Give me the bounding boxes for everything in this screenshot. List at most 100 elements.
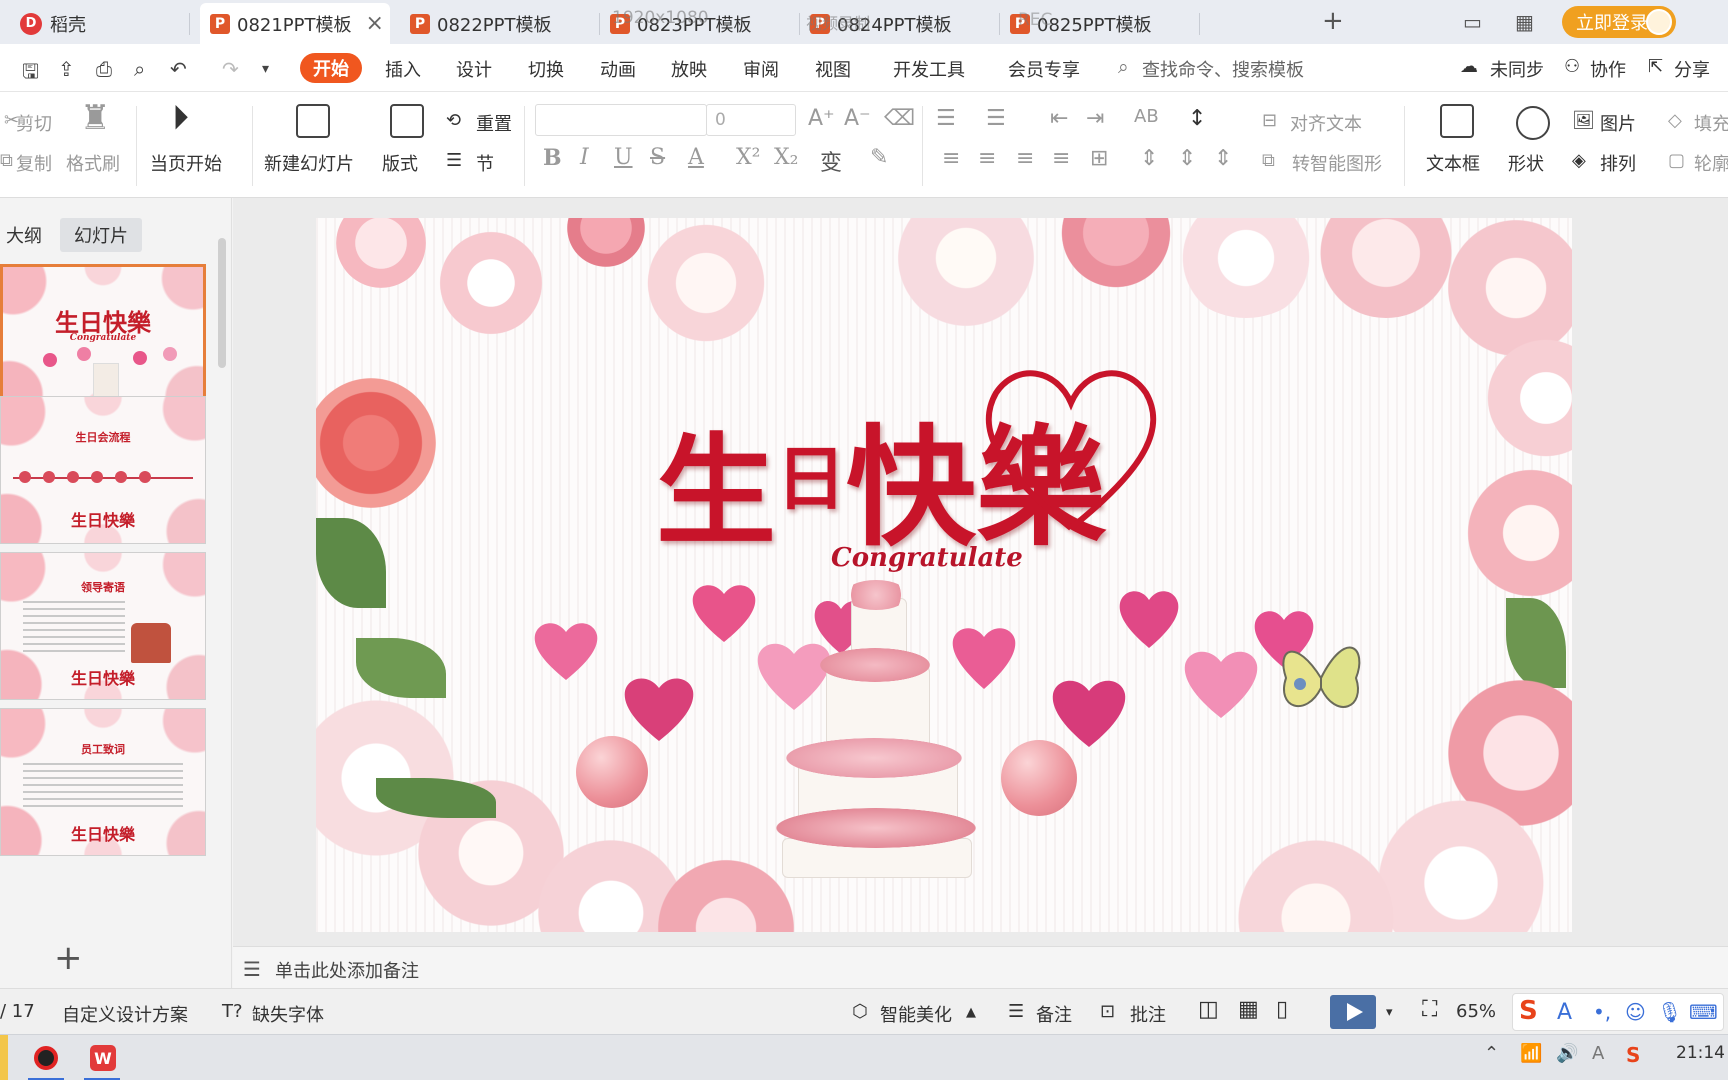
tab-0822[interactable]: P 0822PPT模板 — [400, 3, 600, 44]
print-icon[interactable]: ⎙ — [96, 57, 112, 81]
menu-member[interactable]: 会员专享 — [1008, 56, 1080, 82]
sync-status[interactable]: 未同步 — [1490, 56, 1544, 82]
print-preview-icon[interactable]: ⌕ — [134, 57, 145, 81]
notes-placeholder[interactable]: 单击此处添加备注 — [275, 957, 419, 983]
normal-view-icon[interactable]: ◫ — [1198, 997, 1219, 1022]
tab-outline[interactable]: 大纲 — [0, 218, 56, 252]
ime-tray-icon[interactable]: A — [1592, 1043, 1604, 1064]
decrease-font-icon[interactable]: A⁻ — [844, 106, 871, 131]
underline-icon[interactable]: U — [614, 145, 633, 170]
save-icon[interactable]: 🖫 — [22, 57, 39, 91]
collab-icon[interactable]: ⚇ — [1564, 56, 1580, 77]
menu-design[interactable]: 设计 — [456, 56, 492, 82]
add-slide-button[interactable]: + — [54, 938, 83, 978]
reading-view-icon[interactable]: ▯ — [1276, 997, 1288, 1022]
menu-developer[interactable]: 开发工具 — [893, 56, 965, 82]
login-button[interactable]: 立即登录 — [1562, 6, 1676, 38]
slideshow-play-button[interactable] — [1330, 995, 1376, 1029]
quick-access-dropdown-icon[interactable]: ▾ — [262, 61, 269, 77]
clock-time[interactable]: 21:14 — [1676, 1043, 1725, 1063]
ime-punct-icon[interactable]: •, — [1593, 1000, 1611, 1024]
align-text-button[interactable]: 对齐文本 — [1290, 110, 1362, 136]
chevron-up-icon[interactable]: ▲ — [966, 1005, 976, 1020]
ime-emoji-icon[interactable]: ☺ — [1625, 1000, 1646, 1024]
page-indicator[interactable]: / 17 — [0, 1001, 35, 1022]
window-layout-icon[interactable]: ▭ — [1463, 10, 1482, 34]
smart-beautify-button[interactable]: 智能美化 — [880, 1001, 952, 1027]
new-slide-button[interactable]: 新建幻灯片 — [264, 150, 354, 176]
slide-thumbnail-1[interactable]: 生日快樂 Congratulate — [0, 264, 206, 412]
tray-chevron-icon[interactable]: ⌃ — [1484, 1043, 1499, 1064]
distribute-icon[interactable]: ⊞ — [1090, 146, 1108, 171]
menu-review[interactable]: 审阅 — [743, 56, 779, 82]
font-size-combo[interactable]: 0 — [706, 104, 796, 136]
ime-english-icon[interactable]: A — [1557, 1000, 1572, 1025]
cut-button[interactable]: 剪切 — [16, 110, 52, 136]
grid-view-icon[interactable]: ▦ — [1515, 10, 1534, 34]
convert-smartart-button[interactable]: 转智能图形 — [1292, 150, 1382, 176]
layout-button[interactable]: 版式 — [382, 150, 418, 176]
tab-0821[interactable]: P 0821PPT模板 × — [200, 3, 390, 44]
sogou-tray-icon[interactable]: S — [1626, 1043, 1640, 1067]
reset-button[interactable]: 重置 — [476, 110, 512, 136]
share-button[interactable]: 分享 — [1674, 56, 1710, 82]
line-spacing-2-icon[interactable]: ⇕ — [1214, 146, 1232, 171]
collab-button[interactable]: 协作 — [1590, 56, 1626, 82]
align-center-icon[interactable]: ≡ — [978, 146, 996, 171]
sorter-view-icon[interactable]: ▦ — [1238, 997, 1259, 1022]
arrange-button[interactable]: 排列 — [1600, 150, 1636, 176]
highlight-icon[interactable]: ✎ — [870, 145, 888, 170]
para-spacing-icon[interactable]: ⇕ — [1140, 146, 1158, 171]
wps-app-icon[interactable]: W — [90, 1045, 116, 1071]
ime-toolbar[interactable]: S A •, ☺ 🎙 ⌨ — [1512, 993, 1724, 1031]
taskbar-item-left[interactable] — [0, 1035, 8, 1080]
zoom-level[interactable]: 65% — [1456, 1001, 1496, 1022]
numbered-list-icon[interactable]: ☰ — [986, 106, 1006, 131]
slide-thumbnail-4[interactable]: 员工致词 生日快樂 — [0, 708, 206, 856]
network-icon[interactable]: 📶 — [1520, 1043, 1542, 1064]
subscript-icon[interactable]: X₂ — [774, 145, 798, 170]
shape-button[interactable]: 形状 — [1508, 150, 1544, 176]
menu-animation[interactable]: 动画 — [600, 56, 636, 82]
menu-view[interactable]: 视图 — [815, 56, 851, 82]
slide-canvas[interactable]: 生日快樂 Congratulate — [316, 218, 1572, 932]
textbox-button[interactable]: 文本框 — [1426, 150, 1480, 176]
fit-window-icon[interactable]: ⛶ — [1422, 997, 1437, 1022]
menu-insert[interactable]: 插入 — [385, 56, 421, 82]
text-direction-icon[interactable]: AB — [1134, 106, 1159, 127]
notes-pane[interactable]: ☰ 单击此处添加备注 — [233, 946, 1728, 988]
font-name-combo[interactable] — [535, 104, 707, 136]
justify-icon[interactable]: ≡ — [1052, 146, 1070, 171]
cloud-sync-icon[interactable]: ☁ — [1460, 56, 1478, 77]
ime-voice-icon[interactable]: 🎙 — [1657, 1000, 1682, 1024]
fill-button[interactable]: 填充 — [1694, 110, 1728, 136]
menu-transition[interactable]: 切换 — [528, 56, 564, 82]
outline-button[interactable]: 轮廓 — [1694, 150, 1728, 176]
menu-start[interactable]: 开始 — [300, 53, 362, 83]
menu-slideshow[interactable]: 放映 — [671, 56, 707, 82]
search-command-input[interactable]: 查找命令、搜索模板 — [1142, 56, 1304, 82]
align-left-icon[interactable]: ≡ — [942, 146, 960, 171]
ime-keyboard-icon[interactable]: ⌨ — [1689, 1000, 1718, 1024]
decrease-indent-icon[interactable]: ⇤ — [1050, 106, 1068, 131]
align-right-icon[interactable]: ≡ — [1016, 146, 1034, 171]
slide-thumbnail-2[interactable]: 生日会流程 生日快樂 — [0, 396, 206, 544]
undo-icon[interactable]: ↶ — [170, 57, 187, 81]
format-painter-button[interactable]: 格式刷 — [66, 150, 120, 176]
slide-subtitle[interactable]: Congratulate — [831, 543, 1023, 573]
play-dropdown-icon[interactable]: ▾ — [1386, 1005, 1393, 1020]
tab-docer[interactable]: D 稻壳 — [10, 3, 190, 44]
bullet-list-icon[interactable]: ☰ — [936, 106, 956, 131]
volume-icon[interactable]: 🔊 — [1556, 1043, 1578, 1064]
superscript-icon[interactable]: X² — [736, 145, 760, 170]
line-spacing-icon[interactable]: ↕ — [1188, 106, 1206, 131]
tab-slides[interactable]: 幻灯片 — [60, 218, 142, 252]
section-button[interactable]: 节 — [476, 150, 494, 176]
increase-indent-icon[interactable]: ⇥ — [1086, 106, 1104, 131]
bold-icon[interactable]: B — [543, 145, 562, 171]
play-from-current-button[interactable]: 当页开始 — [150, 150, 222, 176]
notes-toggle-button[interactable]: 备注 — [1036, 1001, 1072, 1027]
share-icon[interactable]: ⇱ — [1648, 56, 1663, 77]
increase-font-icon[interactable]: A⁺ — [808, 106, 835, 131]
italic-icon[interactable]: I — [580, 145, 589, 170]
